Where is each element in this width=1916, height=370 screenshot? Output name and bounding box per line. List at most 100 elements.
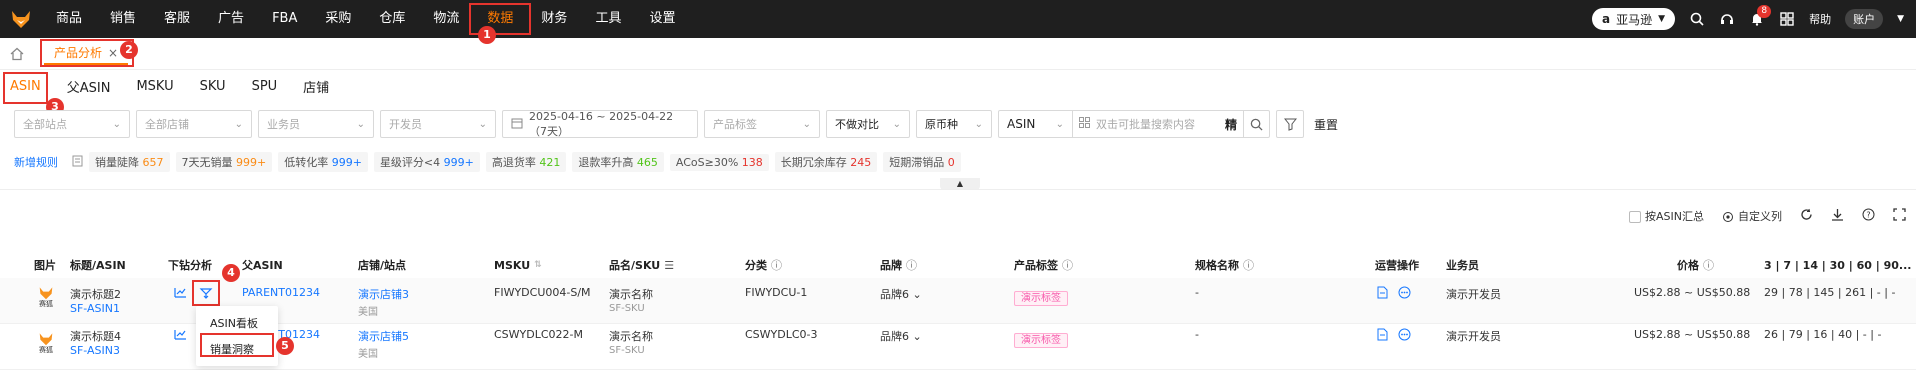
fullscreen-icon[interactable]	[1893, 208, 1906, 224]
rule-tag-count: 421	[539, 156, 561, 169]
refresh-icon[interactable]	[1800, 208, 1813, 224]
col-msku[interactable]: MSKU ⇅	[494, 259, 542, 272]
search-type-select[interactable]: ASIN ⌄	[999, 111, 1073, 137]
help-link[interactable]: 帮助	[1809, 11, 1831, 27]
col-salesperson: 业务员	[1446, 259, 1479, 272]
fox-logo-icon	[39, 287, 53, 300]
question-circle-icon[interactable]: ⓘ	[771, 257, 782, 273]
tab-product-analysis[interactable]: 产品分析 ×	[39, 38, 135, 67]
headset-icon[interactable]	[1719, 11, 1735, 27]
menu-item-sales-insight[interactable]: 销量洞察	[196, 333, 278, 362]
operation-actions	[1377, 286, 1411, 302]
nav-item-finance[interactable]: 财务	[527, 0, 581, 38]
nav-item-tools[interactable]: 工具	[581, 0, 635, 38]
nav-item-customer-service[interactable]: 客服	[150, 0, 204, 38]
more-icon[interactable]	[1398, 286, 1411, 302]
nav-item-settings[interactable]: 设置	[635, 0, 689, 38]
store-link[interactable]: 演示店铺5	[358, 328, 409, 344]
rule-tag-acos[interactable]: ACoS≥30% 138	[669, 153, 769, 171]
store-link[interactable]: 演示店铺3	[358, 286, 409, 302]
clear-filter-button[interactable]	[1276, 110, 1304, 138]
nav-item-purchase[interactable]: 采购	[311, 0, 365, 38]
sort-list-icon[interactable]: ☰	[664, 259, 674, 272]
nav-item-ads[interactable]: 广告	[204, 0, 258, 38]
rule-tag-refund-up[interactable]: 退款率升高 465	[572, 152, 664, 172]
reset-button[interactable]: 重置	[1314, 116, 1338, 133]
salesperson-select[interactable]: 业务员 ⌄	[258, 110, 374, 138]
close-icon[interactable]: ×	[108, 46, 118, 60]
product-tag-badge[interactable]: 演示标签	[1014, 289, 1068, 306]
question-circle-icon[interactable]: ⓘ	[906, 257, 917, 273]
marketplace-selector[interactable]: a 亚马逊 ▼	[1592, 8, 1676, 30]
asin-link[interactable]: SF-ASIN3	[70, 344, 120, 357]
product-thumbnail[interactable]: 赛狐	[35, 286, 57, 312]
product-tag-badge[interactable]: 演示标签	[1014, 331, 1068, 348]
custom-columns-button[interactable]: 自定义列	[1722, 208, 1782, 224]
nav-item-sales[interactable]: 销售	[96, 0, 150, 38]
download-icon[interactable]	[1831, 208, 1844, 224]
nav-item-fba[interactable]: FBA	[258, 0, 311, 38]
tab-store[interactable]: 店铺	[303, 77, 329, 96]
rule-tag-low-rating[interactable]: 星级评分<4 999+	[373, 152, 480, 172]
rule-tag-count: 465	[636, 156, 658, 169]
tab-msku[interactable]: MSKU	[136, 79, 173, 94]
col-name-sku[interactable]: 品名/SKU ☰	[609, 257, 674, 273]
exact-match-toggle[interactable]: 精	[1219, 116, 1243, 133]
product-thumbnail[interactable]: 赛狐	[35, 332, 57, 358]
nav-item-warehouse[interactable]: 仓库	[365, 0, 419, 38]
nav-item-logistics[interactable]: 物流	[419, 0, 473, 38]
sku-value: SF-SKU	[609, 303, 645, 314]
chevron-down-icon: ⌄	[478, 118, 487, 130]
product-tag-select[interactable]: 产品标签 ⌄	[704, 110, 820, 138]
document-icon[interactable]	[1377, 286, 1388, 302]
question-circle-icon[interactable]: ⓘ	[1243, 257, 1254, 273]
brand-dropdown[interactable]: 品牌6 ⌄	[880, 286, 922, 302]
question-circle-icon[interactable]: ⓘ	[1062, 257, 1073, 273]
rule-tag-count: 657	[142, 156, 164, 169]
store-select[interactable]: 全部店铺 ⌄	[136, 110, 252, 138]
rule-tag-no-sales[interactable]: 7天无销量 999+	[175, 152, 273, 172]
rule-tag-slow-moving[interactable]: 短期滞销品 0	[883, 152, 961, 172]
rule-tag-overstock[interactable]: 长期冗余库存 245	[774, 152, 878, 172]
nav-item-products[interactable]: 商品	[42, 0, 96, 38]
site-select[interactable]: 全部站点 ⌄	[14, 110, 130, 138]
brand-dropdown[interactable]: 品牌6 ⌄	[880, 328, 922, 344]
currency-select[interactable]: 原币种 ⌄	[916, 110, 992, 138]
spec-value: -	[1195, 328, 1199, 341]
tab-parent-asin[interactable]: 父ASIN	[67, 77, 111, 96]
parent-asin-link[interactable]: PARENT01234	[242, 286, 320, 299]
bell-icon[interactable]: 8	[1749, 5, 1772, 27]
more-icon[interactable]	[1398, 328, 1411, 344]
date-range-picker[interactable]: 2025-04-16 ~ 2025-04-22（7天）	[502, 110, 698, 138]
rule-tag-sales-drop[interactable]: 销量陡降 657	[89, 152, 170, 172]
compare-select[interactable]: 不做对比 ⌄	[826, 110, 910, 138]
sort-icon[interactable]: ⇅	[534, 260, 542, 270]
fox-logo-icon[interactable]	[0, 0, 42, 38]
sku-value: SF-SKU	[609, 345, 645, 356]
document-icon[interactable]	[1377, 328, 1388, 344]
account-button[interactable]: 账户	[1845, 9, 1884, 29]
trend-chart-icon[interactable]	[174, 329, 187, 343]
search-button[interactable]	[1243, 111, 1269, 137]
trend-chart-icon[interactable]	[174, 287, 187, 301]
product-name: 演示名称	[609, 330, 653, 343]
add-rule-link[interactable]: 新增规则	[14, 154, 58, 170]
asin-link[interactable]: SF-ASIN1	[70, 302, 120, 315]
search-input[interactable]: 双击可批量搜索内容	[1073, 116, 1219, 132]
tab-asin[interactable]: ASIN	[3, 71, 48, 104]
asin-summary-checkbox[interactable]: 按ASIN汇总	[1629, 208, 1704, 224]
home-icon[interactable]	[0, 38, 34, 70]
tab-spu[interactable]: SPU	[252, 79, 278, 94]
search-icon[interactable]	[1689, 11, 1705, 27]
tab-sku[interactable]: SKU	[200, 79, 226, 94]
rule-tag-low-conversion[interactable]: 低转化率 999+	[278, 152, 368, 172]
developer-select[interactable]: 开发员 ⌄	[380, 110, 496, 138]
rule-tag-high-return[interactable]: 高退货率 421	[485, 152, 567, 172]
rule-settings-icon[interactable]	[72, 155, 83, 170]
rule-tag-count: 999+	[443, 156, 474, 169]
question-circle-icon[interactable]: ⓘ	[1703, 257, 1714, 273]
filter-clear-icon	[1283, 118, 1297, 131]
grid-icon[interactable]	[1779, 11, 1795, 27]
caret-down-icon[interactable]: ▼	[1897, 14, 1904, 24]
help-icon[interactable]: ?	[1862, 208, 1875, 224]
